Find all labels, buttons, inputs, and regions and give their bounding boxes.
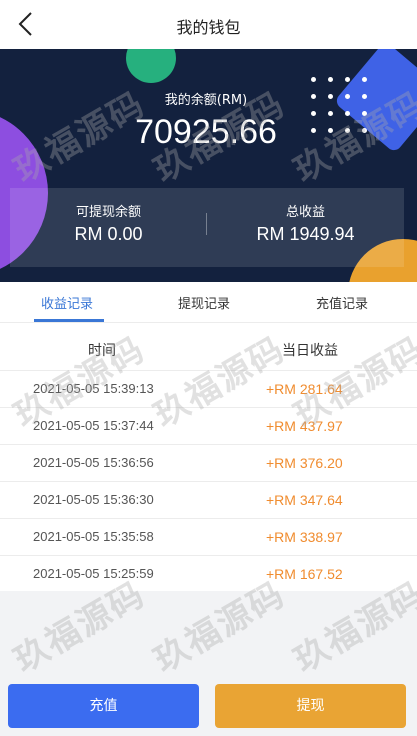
table-row: 2021-05-05 15:35:58 +RM 338.97 xyxy=(0,519,417,556)
row-amount: +RM 281.64 xyxy=(266,381,343,397)
row-time: 2021-05-05 15:39:13 xyxy=(33,381,154,396)
withdrawable-value: RM 0.00 xyxy=(74,224,143,244)
row-amount: +RM 376.20 xyxy=(266,455,343,471)
withdrawable-stat: 可提现余额 RM 0.00 xyxy=(10,188,207,267)
tab-recharge-records[interactable]: 充值记录 xyxy=(316,293,368,312)
row-time: 2021-05-05 15:36:56 xyxy=(33,455,154,470)
header-amount: 当日收益 xyxy=(282,343,338,359)
decor-green-circle xyxy=(126,49,176,83)
navbar: 我的钱包 xyxy=(0,0,417,49)
row-time: 2021-05-05 15:35:58 xyxy=(33,529,154,544)
table-row: 2021-05-05 15:36:56 +RM 376.20 xyxy=(0,445,417,482)
record-tabs: 收益记录 提现记录 充值记录 xyxy=(0,282,417,323)
total-income-value: RM 1949.94 xyxy=(256,224,355,244)
table-row: 2021-05-05 15:39:13 +RM 281.64 xyxy=(0,371,417,408)
balance-stats-panel: 可提现余额 RM 0.00 总收益 RM 1949.94 xyxy=(10,188,404,267)
withdraw-button[interactable]: 提现 xyxy=(215,684,406,728)
withdrawable-label: 可提现余额 xyxy=(75,205,141,220)
row-amount: +RM 437.97 xyxy=(266,418,343,434)
row-amount: +RM 338.97 xyxy=(266,529,343,545)
table-row: 2021-05-05 15:37:44 +RM 437.97 xyxy=(0,408,417,445)
income-table: 时间 当日收益 2021-05-05 15:39:13 +RM 281.64 2… xyxy=(0,323,417,591)
total-income-stat: 总收益 RM 1949.94 xyxy=(207,188,404,267)
balance-label: 我的余额(RM) xyxy=(164,93,248,108)
total-income-label: 总收益 xyxy=(285,205,325,220)
active-tab-indicator xyxy=(34,319,104,322)
row-time: 2021-05-05 15:37:44 xyxy=(33,418,154,433)
page-title: 我的钱包 xyxy=(176,18,241,37)
recharge-button[interactable]: 充值 xyxy=(8,684,199,728)
table-row: 2021-05-05 15:36:30 +RM 347.64 xyxy=(0,482,417,519)
tab-income-records[interactable]: 收益记录 xyxy=(41,293,93,312)
table-row: 2021-05-05 15:25:59 +RM 167.52 xyxy=(0,556,417,591)
tab-withdraw-records[interactable]: 提现记录 xyxy=(178,293,230,312)
row-time: 2021-05-05 15:36:30 xyxy=(33,492,154,507)
row-amount: +RM 347.64 xyxy=(266,492,343,508)
row-amount: +RM 167.52 xyxy=(266,566,343,582)
row-time: 2021-05-05 15:25:59 xyxy=(33,566,154,581)
wallet-hero: 我的余额(RM) 70925.66 可提现余额 RM 0.00 总收益 RM 1… xyxy=(0,49,417,282)
balance-value: 70925.66 xyxy=(135,113,277,151)
header-time: 时间 xyxy=(88,343,116,359)
table-header: 时间 当日收益 xyxy=(0,323,417,371)
